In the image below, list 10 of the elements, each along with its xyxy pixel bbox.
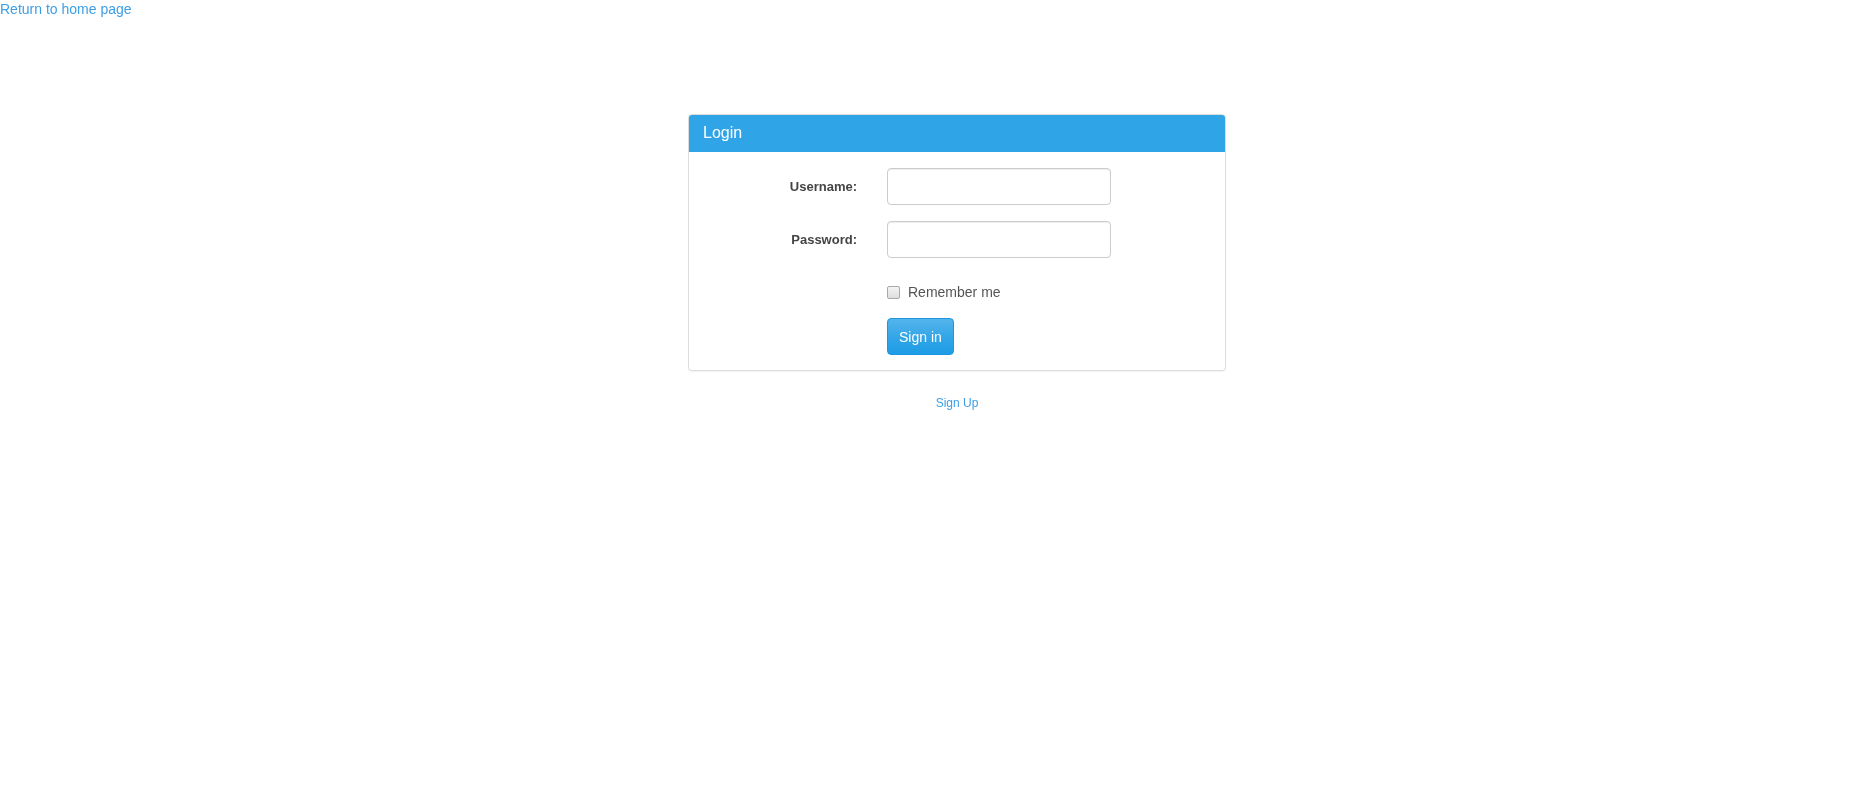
panel-title: Login xyxy=(703,124,743,142)
sign-in-button[interactable]: Sign in xyxy=(887,318,954,355)
input-field[interactable] xyxy=(887,221,1111,258)
input-field[interactable] xyxy=(887,168,1111,205)
checkbox[interactable] xyxy=(887,285,900,299)
field-label: Username: xyxy=(789,179,857,194)
return-home-link[interactable]: Return to home page xyxy=(0,1,132,17)
field-label: Password: xyxy=(791,232,857,247)
sign-up-link[interactable]: Sign Up xyxy=(935,396,979,410)
remember-me-label: Remember me xyxy=(908,284,1001,300)
